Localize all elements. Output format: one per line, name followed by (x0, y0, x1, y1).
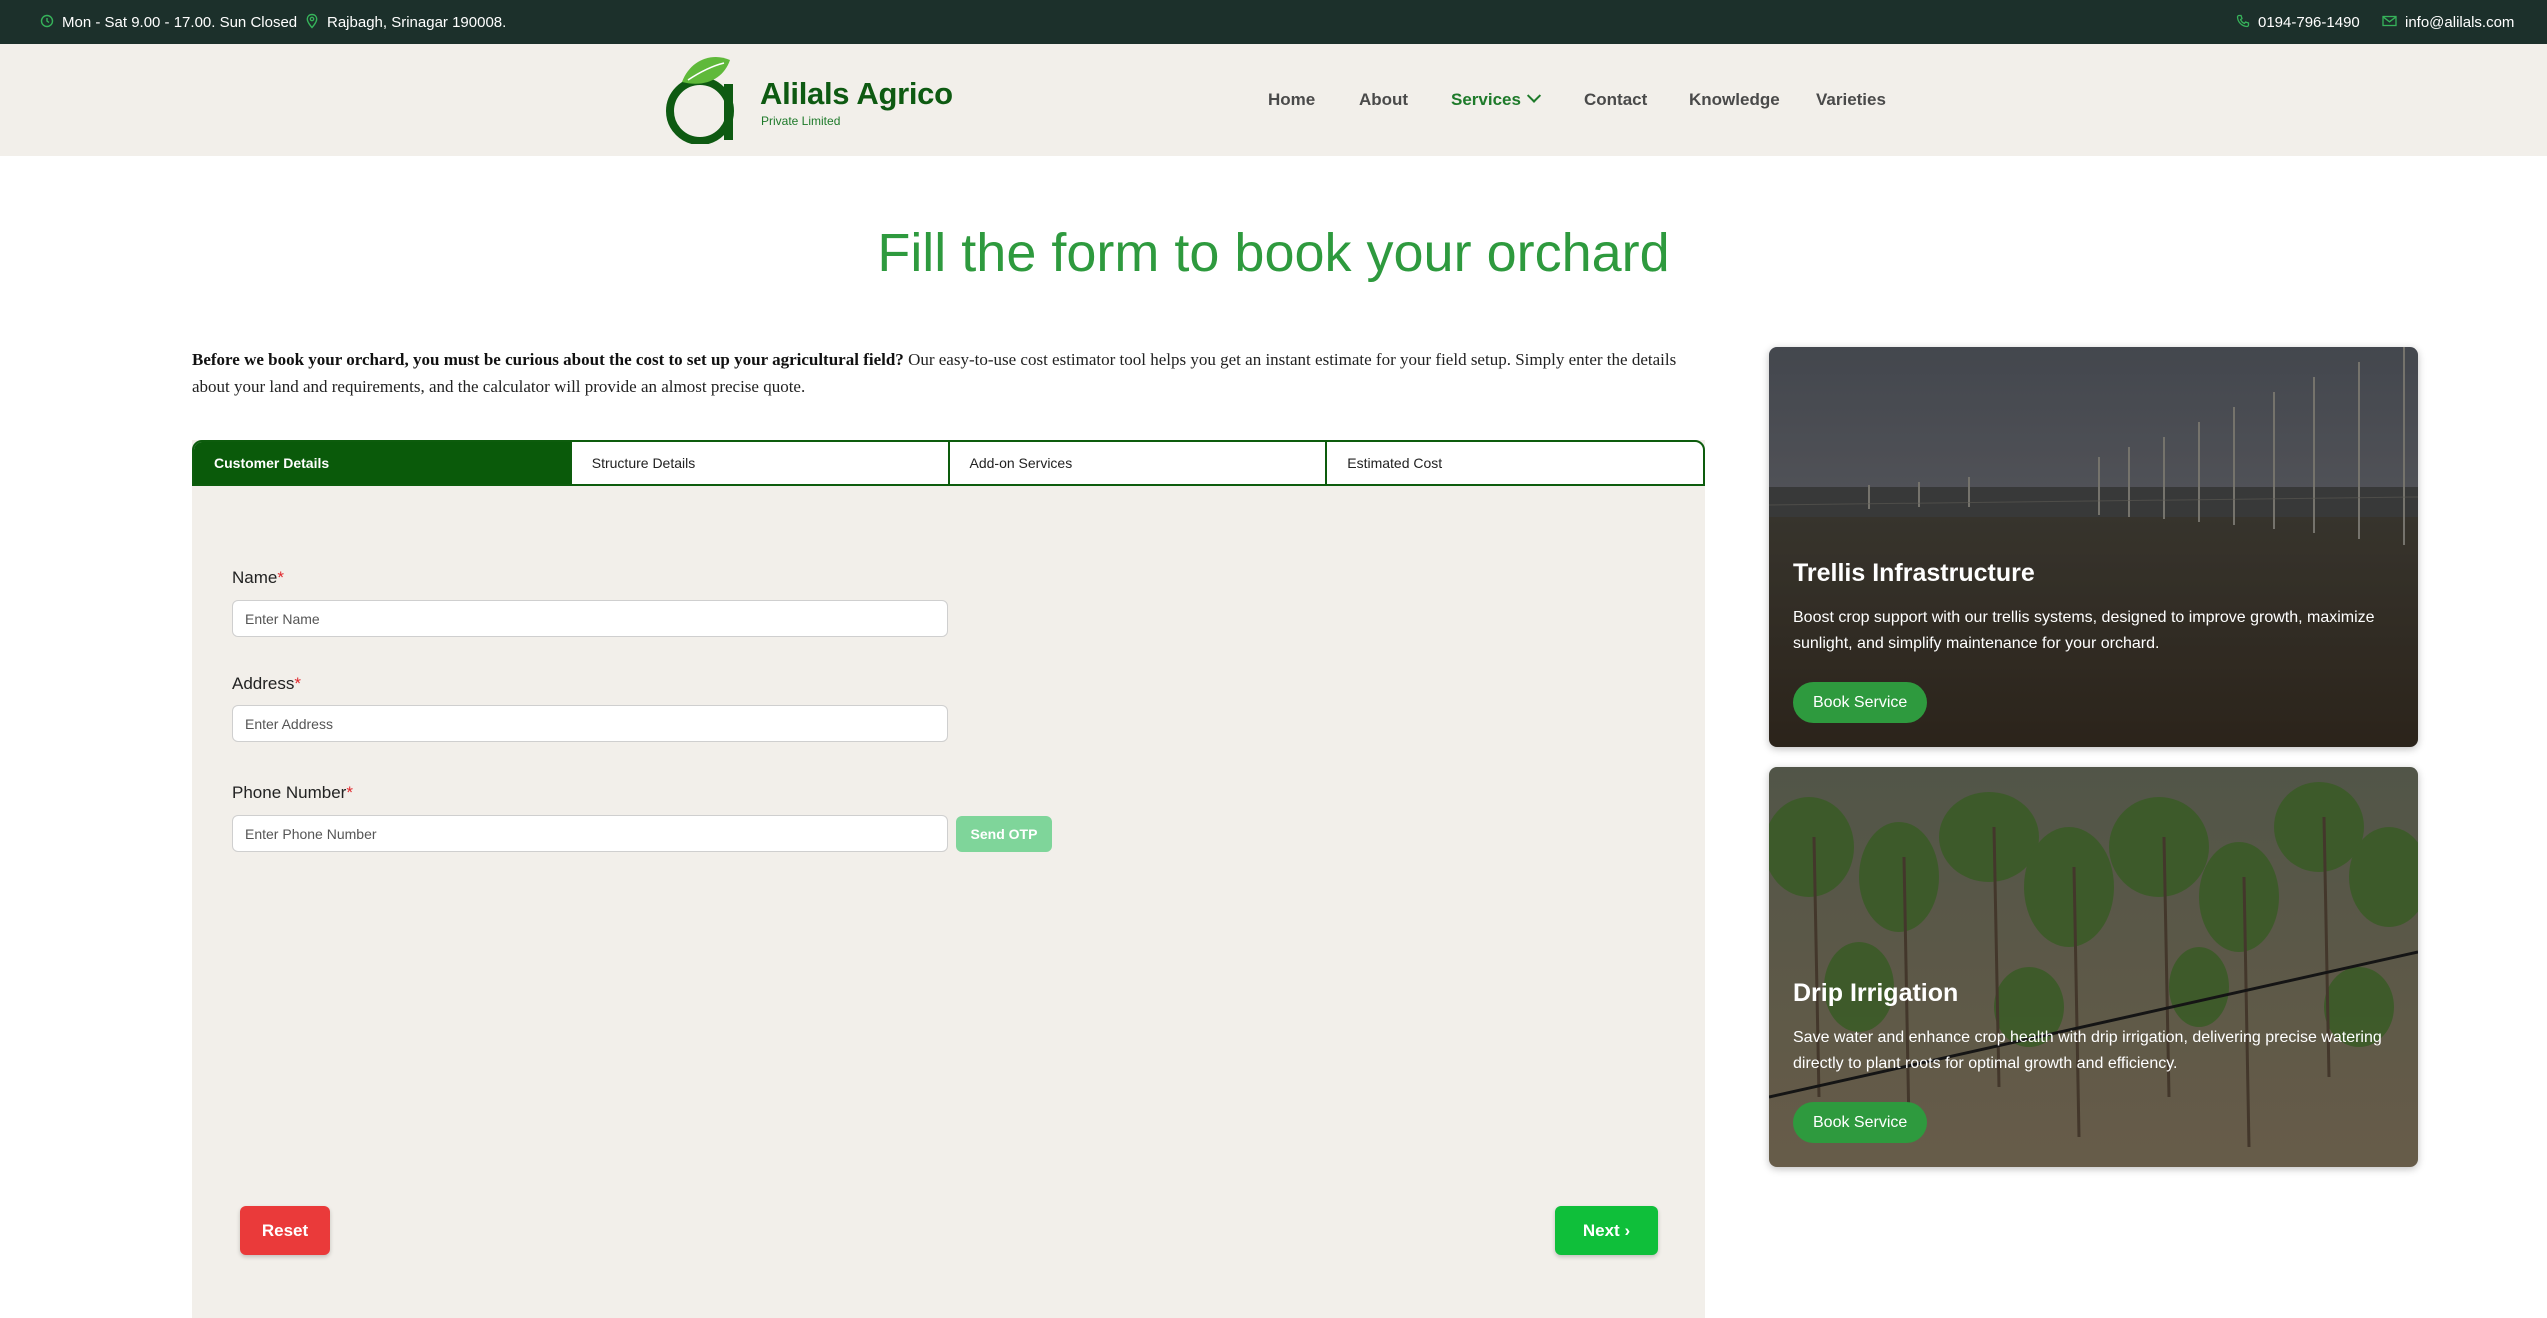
card-title: Drip Irrigation (1793, 979, 1959, 1007)
name-input[interactable] (232, 600, 948, 637)
address-label-text: Address (232, 674, 295, 693)
form-step-tabs: Customer Details Structure Details Add-o… (192, 440, 1705, 486)
required-mark: * (346, 783, 353, 802)
nav-varieties[interactable]: Varieties (1816, 44, 1886, 156)
logo-mark-icon (666, 56, 734, 144)
phone-label-text: Phone Number (232, 783, 347, 802)
book-service-button[interactable]: Book Service (1793, 682, 1928, 723)
tab-add-on-services[interactable]: Add-on Services (947, 442, 1326, 484)
send-otp-button[interactable]: Send OTP (956, 816, 1052, 852)
phone-text[interactable]: 0194-796-1490 (2258, 14, 2360, 31)
nav-services[interactable]: Services (1451, 44, 1542, 156)
card-title: Trellis Infrastructure (1793, 559, 2035, 587)
address-label: Address* (232, 674, 301, 694)
service-card-trellis: Trellis Infrastructure Boost crop suppor… (1769, 347, 2418, 747)
name-label: Name* (232, 568, 284, 588)
tab-structure-details[interactable]: Structure Details (569, 442, 948, 484)
reset-button[interactable]: Reset (240, 1206, 330, 1255)
email-text[interactable]: info@alilals.com (2405, 14, 2514, 31)
booking-form-panel (192, 440, 1705, 1318)
contact-phone[interactable]: 0194-796-1490 (2236, 0, 2360, 44)
tab-estimated-cost[interactable]: Estimated Cost (1325, 442, 1703, 484)
name-label-text: Name (232, 568, 278, 587)
chevron-down-icon (1526, 88, 1542, 103)
intro-bold: Before we book your orchard, you must be… (192, 350, 904, 369)
service-card-drip-irrigation: Drip Irrigation Save water and enhance c… (1769, 767, 2418, 1167)
phone-label: Phone Number* (232, 783, 353, 803)
intro-paragraph: Before we book your orchard, you must be… (192, 346, 1702, 400)
nav-home[interactable]: Home (1268, 44, 1315, 156)
mail-icon (2382, 15, 2397, 30)
business-hours: Mon - Sat 9.00 - 17.00. Sun Closed (40, 0, 297, 44)
address-input[interactable] (232, 705, 948, 742)
book-service-button[interactable]: Book Service (1793, 1102, 1928, 1143)
brand-subtitle: Private Limited (761, 114, 841, 128)
required-mark: * (277, 568, 284, 587)
nav-contact[interactable]: Contact (1584, 44, 1647, 156)
next-button[interactable]: Next › (1555, 1206, 1658, 1255)
hours-text: Mon - Sat 9.00 - 17.00. Sun Closed (62, 13, 298, 31)
brand-logo[interactable]: Alilals Agrico Private Limited (662, 54, 962, 144)
top-info-bar: Mon - Sat 9.00 - 17.00. Sun Closed Rajba… (0, 0, 2547, 44)
tab-customer-details[interactable]: Customer Details (194, 442, 570, 484)
nav-knowledge[interactable]: Knowledge (1689, 44, 1780, 156)
nav-about[interactable]: About (1359, 44, 1408, 156)
contact-email[interactable]: info@alilals.com (2382, 0, 2514, 44)
brand-name: Alilals Agrico (760, 76, 953, 111)
business-address: Rajbagh, Srinagar 190008. (305, 0, 506, 44)
clock-icon (40, 14, 54, 31)
location-pin-icon (305, 13, 319, 32)
required-mark: * (294, 674, 301, 693)
address-text: Rajbagh, Srinagar 190008. (327, 13, 507, 31)
card-description: Save water and enhance crop health with … (1793, 1029, 2382, 1072)
page-title: Fill the form to book your orchard (877, 223, 1670, 283)
phone-icon (2236, 14, 2250, 31)
phone-input[interactable] (232, 815, 948, 852)
card-description: Boost crop support with our trellis syst… (1793, 609, 2375, 652)
nav-services-label: Services (1451, 90, 1521, 109)
